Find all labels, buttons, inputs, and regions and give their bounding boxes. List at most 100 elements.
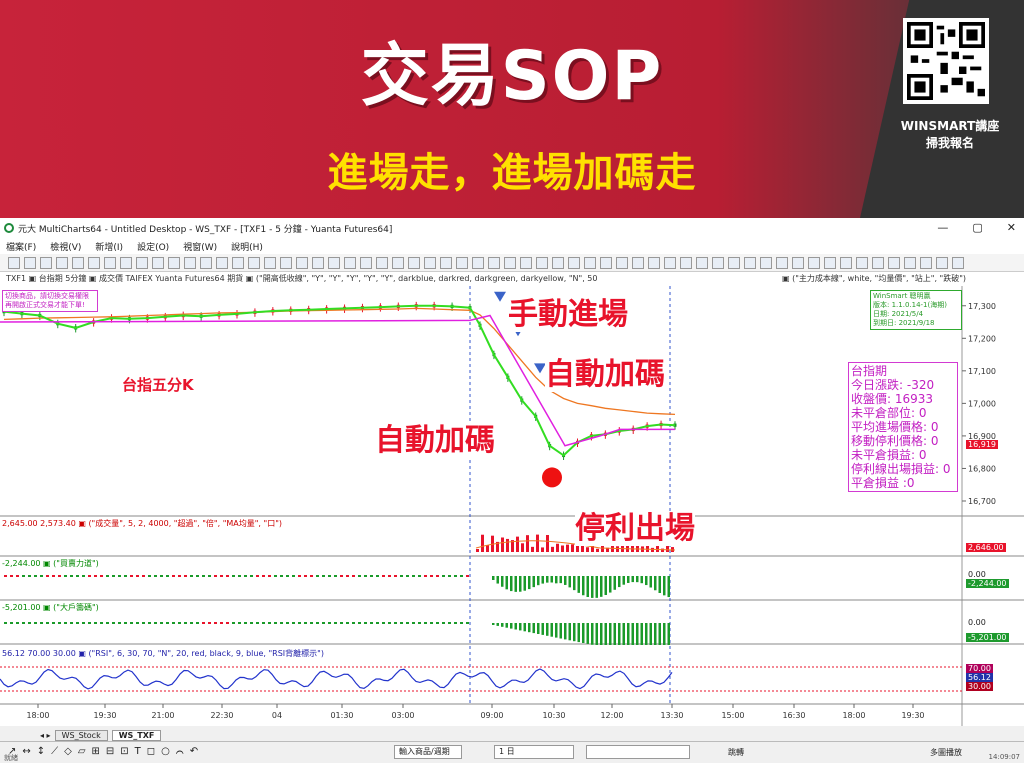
chart-header: TXF1 ▣ 台指期 5分鐘 ▣ 成交價 TAIFEX Yuanta Futur… — [0, 272, 1024, 286]
toolbar-button-icon[interactable] — [248, 257, 260, 269]
toolbar-button-icon[interactable] — [552, 257, 564, 269]
big-bar — [631, 623, 634, 645]
toolbar-button-icon[interactable] — [424, 257, 436, 269]
toolbar-button-icon[interactable] — [440, 257, 452, 269]
toolbar-button-icon[interactable] — [712, 257, 724, 269]
power-dot — [142, 575, 145, 577]
toolbar-button-icon[interactable] — [344, 257, 356, 269]
power-dot — [106, 575, 109, 577]
minimize-button[interactable]: — — [937, 221, 948, 234]
toolbar-button-icon[interactable] — [376, 257, 388, 269]
toolbar-button-icon[interactable] — [632, 257, 644, 269]
toolbar-button-icon[interactable] — [872, 257, 884, 269]
toolbar-button-icon[interactable] — [328, 257, 340, 269]
y-tick-label: 17,200 — [968, 334, 996, 343]
toolbar-button-icon[interactable] — [840, 257, 852, 269]
toolbar-button-icon[interactable] — [104, 257, 116, 269]
x-tick-label: 19:30 — [901, 711, 924, 720]
big-bar — [505, 623, 508, 628]
toolbar-button-icon[interactable] — [760, 257, 772, 269]
big-value-tag: -5,201.00 — [966, 633, 1009, 642]
tab-ws-txf[interactable]: WS_TXF — [111, 730, 162, 741]
toolbar-button-icon[interactable] — [568, 257, 580, 269]
power-dot — [148, 575, 151, 577]
chart-area[interactable]: 17,300 17,200 17,100 17,000 16,900 16,800 16,7… — [0, 286, 1024, 726]
power-dot — [226, 575, 229, 577]
big-bar — [546, 623, 549, 636]
tab-nav-icon[interactable]: ◂ ▸ — [40, 731, 51, 740]
power-dot — [424, 575, 427, 577]
toolbar-button-icon[interactable] — [952, 257, 964, 269]
toolbar-button-icon[interactable] — [824, 257, 836, 269]
menu-item-window[interactable]: 視窗(W) — [183, 240, 217, 253]
toolbar-button-icon[interactable] — [648, 257, 660, 269]
toolbar-button-icon[interactable] — [120, 257, 132, 269]
toolbar-button-icon[interactable] — [8, 257, 20, 269]
tab-ws-stock[interactable]: WS_Stock — [54, 730, 108, 741]
power-bar — [667, 576, 670, 598]
toolbar-button-icon[interactable] — [520, 257, 532, 269]
toolbar-button-icon[interactable] — [312, 257, 324, 269]
big-bar — [550, 623, 553, 637]
power-bar — [636, 576, 639, 583]
toolbar-button-icon[interactable] — [856, 257, 868, 269]
toolbar-button-icon[interactable] — [216, 257, 228, 269]
toolbar-button-icon[interactable] — [904, 257, 916, 269]
toolbar-button-icon[interactable] — [616, 257, 628, 269]
toolbar-button-icon[interactable] — [696, 257, 708, 269]
toolbar-button-icon[interactable] — [456, 257, 468, 269]
toolbar-button-icon[interactable] — [72, 257, 84, 269]
toolbar-button-icon[interactable] — [56, 257, 68, 269]
toolbar-button-icon[interactable] — [264, 257, 276, 269]
big-dot — [340, 622, 343, 624]
qr-code[interactable] — [903, 18, 989, 104]
toolbar-button-icon[interactable] — [200, 257, 212, 269]
toolbar-button-icon[interactable] — [728, 257, 740, 269]
big-dot — [166, 622, 169, 624]
menu-item-insert[interactable]: 新增(I) — [95, 240, 123, 253]
power-bar — [501, 576, 504, 587]
toolbar-button-icon[interactable] — [488, 257, 500, 269]
maximize-button[interactable]: ▢ — [972, 221, 982, 234]
menu-item-help[interactable]: 說明(H) — [231, 240, 263, 253]
toolbar-button-icon[interactable] — [296, 257, 308, 269]
close-button[interactable]: ✕ — [1007, 221, 1016, 234]
toolbar-button-icon[interactable] — [920, 257, 932, 269]
menu-item-view[interactable]: 檢視(V) — [50, 240, 81, 253]
toolbar-button-icon[interactable] — [232, 257, 244, 269]
toolbar-button-icon[interactable] — [776, 257, 788, 269]
toolbar-button-icon[interactable] — [600, 257, 612, 269]
toolbar-button-icon[interactable] — [936, 257, 948, 269]
toolbar-button-icon[interactable] — [584, 257, 596, 269]
menu-item-settings[interactable]: 設定(O) — [137, 240, 169, 253]
chart-svg[interactable]: 17,30017,20017,10017,00016,90016,80016,7… — [0, 286, 1024, 726]
toolbar-button-icon[interactable] — [808, 257, 820, 269]
toolbar-button-icon[interactable] — [408, 257, 420, 269]
toolbar-button-icon[interactable] — [24, 257, 36, 269]
toolbar-button-icon[interactable] — [392, 257, 404, 269]
toolbar-button-icon[interactable] — [888, 257, 900, 269]
toolbar-button-icon[interactable] — [360, 257, 372, 269]
toolbar-button-icon[interactable] — [184, 257, 196, 269]
toolbar-button-icon[interactable] — [168, 257, 180, 269]
toolbar-button-icon[interactable] — [504, 257, 516, 269]
menu-bar: 檔案(F) 檢視(V) 新增(I) 設定(O) 視窗(W) 說明(H) — [0, 238, 1024, 254]
toolbar-button-icon[interactable] — [152, 257, 164, 269]
toolbar-button-icon[interactable] — [472, 257, 484, 269]
toolbar-button-icon[interactable] — [744, 257, 756, 269]
menu-item-file[interactable]: 檔案(F) — [6, 240, 36, 253]
toolbar-button-icon[interactable] — [664, 257, 676, 269]
big-dot — [442, 622, 445, 624]
toolbar-button-icon[interactable] — [280, 257, 292, 269]
toolbar-button-icon[interactable] — [88, 257, 100, 269]
toolbar-button-icon[interactable] — [40, 257, 52, 269]
big-dot — [214, 622, 217, 624]
power-dot — [298, 575, 301, 577]
toolbar-button-icon[interactable] — [536, 257, 548, 269]
entry-arrow-icon — [494, 291, 506, 302]
toolbar-button-icon[interactable] — [680, 257, 692, 269]
toolbar-button-icon[interactable] — [136, 257, 148, 269]
info-line: 未平倉部位: 0 — [851, 406, 927, 420]
power-dot — [250, 575, 253, 577]
toolbar-button-icon[interactable] — [792, 257, 804, 269]
